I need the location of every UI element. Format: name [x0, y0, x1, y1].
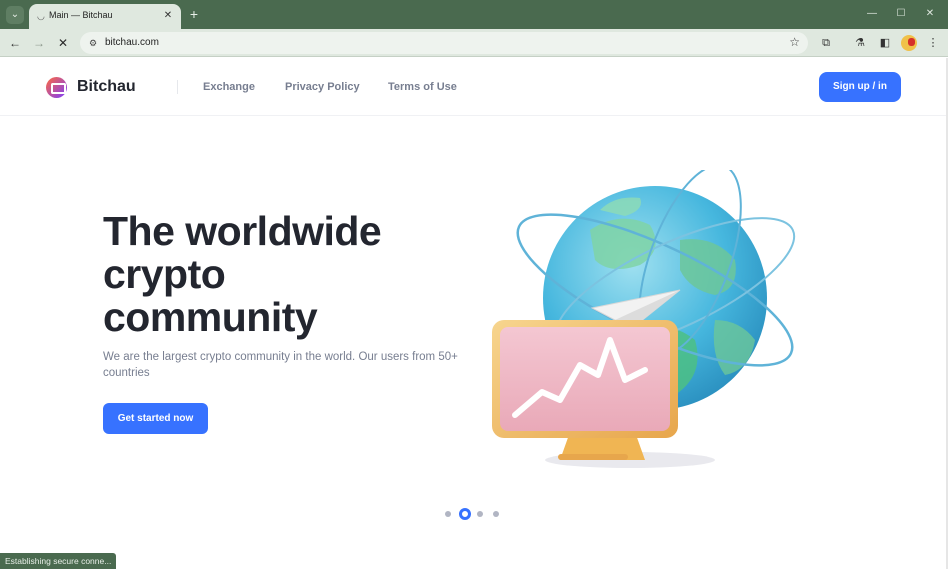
get-started-button[interactable]: Get started now: [103, 403, 208, 434]
tab-close-icon[interactable]: ✕: [161, 9, 175, 23]
tab-search-icon[interactable]: ⌄: [6, 6, 24, 24]
menu-kebab-icon[interactable]: ⋮: [924, 34, 942, 52]
carousel-dots: [440, 507, 510, 521]
carousel-dot[interactable]: [445, 511, 451, 517]
profile-avatar[interactable]: [901, 35, 917, 51]
nav-link-terms-of-use[interactable]: Terms of Use: [388, 81, 457, 93]
loading-favicon-icon: ◡: [37, 11, 45, 21]
forward-icon[interactable]: →: [30, 34, 48, 52]
hero-subtitle: We are the largest crypto community in t…: [103, 351, 458, 379]
url-text: bitchau.com: [105, 37, 159, 48]
carousel-dot[interactable]: [477, 511, 483, 517]
tab-title: Main — Bitchau: [49, 10, 113, 20]
hero-title-line: crypto: [103, 251, 226, 297]
browser-tabstrip: ⌄ ◡ Main — Bitchau ✕ + — ☐ ✕: [0, 0, 948, 29]
signup-button[interactable]: Sign up / in: [819, 72, 901, 102]
maximize-icon[interactable]: ☐: [892, 6, 910, 22]
bitchau-logo-icon[interactable]: [46, 77, 67, 98]
minimize-icon[interactable]: —: [863, 6, 881, 22]
site-settings-icon[interactable]: ⚙: [86, 36, 100, 50]
logo-text[interactable]: Bitchau: [77, 78, 136, 96]
nav-link-privacy-policy[interactable]: Privacy Policy: [285, 81, 360, 93]
back-icon[interactable]: ←: [6, 34, 24, 52]
hero-title: The worldwide crypto community: [103, 210, 463, 339]
new-tab-icon[interactable]: +: [186, 6, 202, 22]
close-window-icon[interactable]: ✕: [921, 6, 939, 22]
stop-loading-icon[interactable]: ✕: [54, 34, 72, 52]
carousel-dot-active[interactable]: [459, 508, 471, 520]
browser-toolbar: ← → ✕ ⚙ bitchau.com ☆ ⧉ ⚗ ◧ ⋮: [0, 29, 948, 57]
status-bar: Establishing secure conne...: [0, 553, 117, 569]
bookmark-star-icon[interactable]: ☆: [789, 35, 800, 49]
side-panel-icon[interactable]: ◧: [876, 34, 894, 52]
address-bar[interactable]: ⚙ bitchau.com ☆: [80, 32, 808, 54]
extensions-icon[interactable]: ⧉: [817, 34, 835, 52]
browser-tab[interactable]: ◡ Main — Bitchau ✕: [29, 4, 181, 29]
globe-monitor-illustration: [492, 170, 796, 468]
carousel-dot[interactable]: [493, 511, 499, 517]
nav-divider: [177, 80, 178, 94]
nav-link-exchange[interactable]: Exchange: [203, 81, 255, 93]
hero-title-line: The worldwide: [103, 208, 382, 254]
labs-flask-icon[interactable]: ⚗: [851, 34, 869, 52]
hero-title-line: community: [103, 294, 318, 340]
site-header: Bitchau Exchange Privacy Policy Terms of…: [0, 58, 946, 116]
